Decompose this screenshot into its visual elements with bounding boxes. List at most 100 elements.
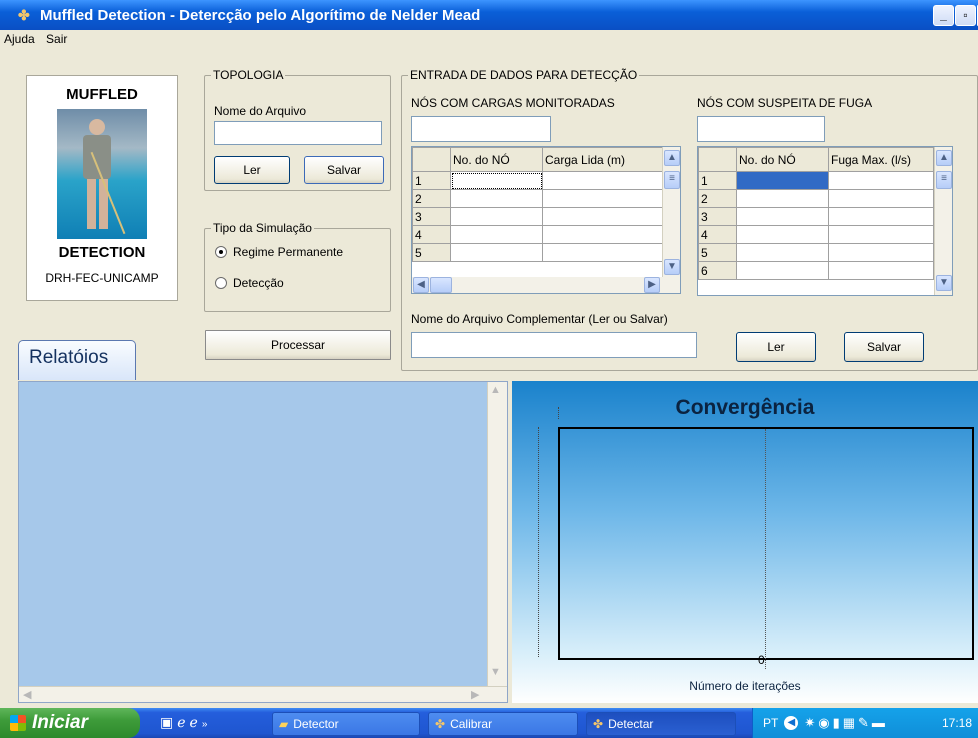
table-row[interactable]: 2 xyxy=(698,189,934,208)
scroll-up-icon[interactable]: ▲ xyxy=(664,150,680,166)
task-detectar[interactable]: ✤ Detectar xyxy=(586,712,736,736)
fuga-input[interactable] xyxy=(697,116,825,142)
monitoradas-hscroll[interactable]: ◀ ▶ xyxy=(412,277,680,293)
scroll-up-icon[interactable]: ▲ xyxy=(936,150,952,166)
row-header: 4 xyxy=(412,225,451,244)
menu-bar: Ajuda Sair xyxy=(0,30,978,48)
chart-gridline xyxy=(765,429,766,669)
table-row[interactable]: 5 xyxy=(412,243,664,262)
ie-alt-icon[interactable]: ℯ xyxy=(190,714,202,730)
report-hscroll[interactable]: ◀ ▶ xyxy=(19,686,507,702)
table-row[interactable]: 1 xyxy=(412,171,664,190)
fuga-grid[interactable]: No. do NÓ Fuga Max. (l/s) 1 2 3 4 5 6 ▲ ≡… xyxy=(697,146,953,296)
report-panel[interactable]: ▲ ▼ ◀ ▶ xyxy=(18,381,508,703)
scroll-down-icon[interactable]: ▼ xyxy=(936,275,952,291)
folder-icon: ▰ xyxy=(279,717,289,731)
task-calibrar-label: Calibrar xyxy=(450,717,493,731)
monitoradas-col-no: No. do NÓ xyxy=(450,147,543,172)
chevron-right-icon[interactable]: » xyxy=(202,719,212,730)
language-indicator[interactable]: PT xyxy=(763,716,778,730)
simulacao-legend: Tipo da Simulação xyxy=(211,221,314,235)
menu-sair[interactable]: Sair xyxy=(42,30,71,48)
tray-icons[interactable]: ✷◉▮▦✎▬ xyxy=(804,715,888,731)
entrada-salvar-button[interactable]: Salvar xyxy=(844,332,924,362)
table-row[interactable]: 4 xyxy=(412,225,664,244)
quick-launch[interactable]: ▣ℯℯ» xyxy=(160,714,211,731)
logo-photo xyxy=(57,109,147,239)
table-row[interactable]: 2 xyxy=(412,189,664,208)
row-header: 6 xyxy=(698,261,737,280)
row-header: 3 xyxy=(698,207,737,226)
row-header: 1 xyxy=(698,171,737,190)
table-row[interactable]: 5 xyxy=(698,243,934,262)
radio-regime-label: Regime Permanente xyxy=(233,245,344,259)
entrada-group: ENTRADA DE DADOS PARA DETECÇÃO NÓS COM C… xyxy=(401,68,978,371)
topologia-salvar-button[interactable]: Salvar xyxy=(304,156,384,184)
ie-icon[interactable]: ℯ xyxy=(177,714,189,730)
radio-on-icon xyxy=(215,246,227,258)
row-header: 1 xyxy=(412,171,451,190)
fuga-title: NÓS COM SUSPEITA DE FUGA xyxy=(697,96,873,110)
radio-regime-permanente[interactable]: Regime Permanente xyxy=(215,244,343,259)
start-button[interactable]: Iniciar xyxy=(0,708,140,738)
logo-caption: DRH-FEC-UNICAMP xyxy=(45,271,159,285)
task-detector[interactable]: ▰ Detector xyxy=(272,712,420,736)
task-calibrar[interactable]: ✤ Calibrar xyxy=(428,712,578,736)
table-row[interactable]: 6 xyxy=(698,261,934,280)
tray-chevron-icon[interactable]: ◀ xyxy=(784,716,799,730)
chart-y-axis-guide xyxy=(538,427,539,657)
table-row[interactable]: 3 xyxy=(698,207,934,226)
scroll-thumb[interactable]: ≡ xyxy=(664,171,680,189)
scroll-down-icon[interactable]: ▼ xyxy=(664,259,680,275)
report-vscroll[interactable]: ▲ ▼ xyxy=(487,382,507,686)
complementar-label: Nome do Arquivo Complementar (Ler ou Sal… xyxy=(411,312,668,326)
scroll-left-icon[interactable]: ◀ xyxy=(413,277,429,293)
chart-plot-area xyxy=(558,427,974,669)
app-icon: ✤ xyxy=(435,717,446,731)
hscroll-thumb[interactable] xyxy=(430,277,452,293)
fuga-col-max: Fuga Max. (l/s) xyxy=(828,147,934,172)
app-icon: ✤ xyxy=(593,717,604,731)
task-detector-label: Detector xyxy=(293,717,339,731)
monitoradas-vscroll[interactable]: ▲ ≡ ▼ xyxy=(662,147,680,277)
scroll-up-icon[interactable]: ▲ xyxy=(490,384,501,396)
entrada-ler-button[interactable]: Ler xyxy=(736,332,816,362)
table-row[interactable]: 4 xyxy=(698,225,934,244)
logo-title-top: MUFFLED xyxy=(66,86,138,103)
scroll-down-icon[interactable]: ▼ xyxy=(490,666,501,678)
tab-relatorios[interactable]: Relatóios xyxy=(18,340,136,380)
monitoradas-input[interactable] xyxy=(411,116,551,142)
windows-flag-icon xyxy=(10,715,26,731)
topologia-file-input[interactable] xyxy=(214,121,382,145)
menu-ajuda[interactable]: Ajuda xyxy=(0,30,39,48)
chart-x-tick-label: 0 xyxy=(758,653,765,667)
topologia-ler-button[interactable]: Ler xyxy=(214,156,290,184)
row-header: 2 xyxy=(698,189,737,208)
complementar-input[interactable] xyxy=(411,332,697,358)
radio-deteccao[interactable]: Detecção xyxy=(215,275,284,290)
row-header: 5 xyxy=(698,243,737,262)
clock: 17:18 xyxy=(941,716,972,730)
scroll-left-icon[interactable]: ◀ xyxy=(23,688,31,701)
title-bar: ✤ Muffled Detection - Detercção pelo Alg… xyxy=(0,0,978,30)
maximize-button[interactable]: ▫ xyxy=(955,5,976,26)
app-icon: ✤ xyxy=(18,7,30,23)
minimize-button[interactable]: _ xyxy=(933,5,954,26)
scroll-right-icon[interactable]: ▶ xyxy=(471,688,479,701)
scroll-right-icon[interactable]: ▶ xyxy=(644,277,660,293)
row-header: 2 xyxy=(412,189,451,208)
monitoradas-grid[interactable]: No. do NÓ Carga Lida (m) 1 2 3 4 5 ▲ ≡ ▼ … xyxy=(411,146,681,294)
scroll-thumb[interactable]: ≡ xyxy=(936,171,952,189)
table-row[interactable]: 1 xyxy=(698,171,934,190)
radio-off-icon xyxy=(215,277,227,289)
table-row[interactable]: 3 xyxy=(412,207,664,226)
radio-deteccao-label: Detecção xyxy=(233,276,284,290)
chart-title: Convergência xyxy=(675,396,815,419)
monitoradas-col-carga: Carga Lida (m) xyxy=(542,147,664,172)
desktop-icon[interactable]: ▣ xyxy=(160,714,177,730)
fuga-vscroll[interactable]: ▲ ≡ ▼ xyxy=(934,147,952,295)
entrada-legend: ENTRADA DE DADOS PARA DETECÇÃO xyxy=(408,68,640,82)
row-header: 3 xyxy=(412,207,451,226)
system-tray: PT ◀ ✷◉▮▦✎▬ 17:18 xyxy=(752,708,978,738)
processar-button[interactable]: Processar xyxy=(205,330,391,360)
